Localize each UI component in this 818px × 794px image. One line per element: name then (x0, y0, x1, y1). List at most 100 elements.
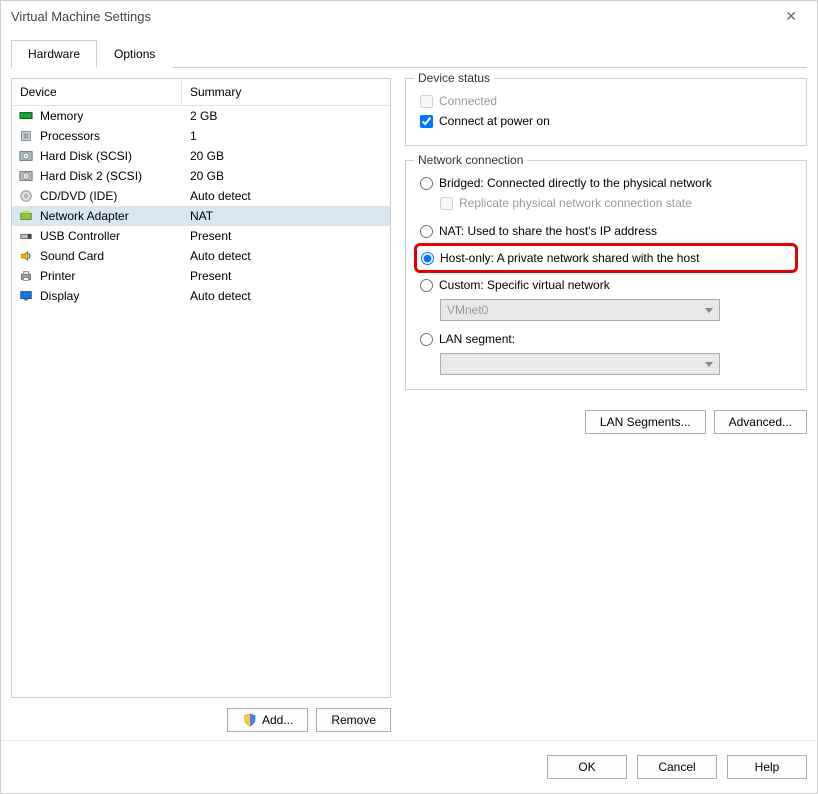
summary-cell: 20 GB (186, 169, 386, 183)
summary-cell: Auto detect (186, 289, 386, 303)
tab-options[interactable]: Options (97, 40, 172, 68)
lansegment-radio-row[interactable]: LAN segment: (420, 329, 792, 349)
custom-label: Custom: Specific virtual network (439, 278, 610, 292)
cd-icon (16, 188, 36, 204)
add-button[interactable]: Add... (227, 708, 308, 732)
nat-radio[interactable] (420, 225, 433, 238)
add-button-label: Add... (262, 713, 293, 727)
lansegment-label: LAN segment: (439, 332, 515, 346)
lan-segments-button[interactable]: LAN Segments... (585, 410, 706, 434)
ok-button[interactable]: OK (547, 755, 627, 779)
device-status-title: Device status (414, 71, 494, 85)
table-row[interactable]: DisplayAuto detect (12, 286, 390, 306)
tab-hardware[interactable]: Hardware (11, 40, 97, 68)
connect-poweron-label: Connect at power on (439, 114, 550, 128)
sound-icon (16, 248, 36, 264)
device-cell: Network Adapter (40, 209, 186, 223)
device-table: Device Summary Memory2 GBProcessors1Hard… (11, 78, 391, 698)
nat-label: NAT: Used to share the host's IP address (439, 224, 657, 238)
device-cell: Hard Disk (SCSI) (40, 149, 186, 163)
hostonly-radio[interactable] (421, 252, 434, 265)
table-row[interactable]: Memory2 GB (12, 106, 390, 126)
device-cell: Sound Card (40, 249, 186, 263)
summary-cell: Auto detect (186, 249, 386, 263)
nat-radio-row[interactable]: NAT: Used to share the host's IP address (420, 221, 792, 241)
lansegment-combo (440, 353, 720, 375)
bridged-radio-row[interactable]: Bridged: Connected directly to the physi… (420, 173, 792, 193)
connected-checkbox (420, 95, 433, 108)
main-panel: Device Summary Memory2 GBProcessors1Hard… (11, 68, 807, 732)
cpu-icon (16, 128, 36, 144)
custom-vmnet-combo: VMnet0 (440, 299, 720, 321)
device-table-header: Device Summary (12, 79, 390, 106)
col-summary[interactable]: Summary (182, 79, 390, 105)
help-button[interactable]: Help (727, 755, 807, 779)
titlebar: Virtual Machine Settings ✕ (1, 1, 817, 31)
hostonly-radio-row[interactable]: Host-only: A private network shared with… (421, 248, 791, 268)
vm-settings-window: Virtual Machine Settings ✕ Hardware Opti… (0, 0, 818, 794)
remove-button[interactable]: Remove (316, 708, 391, 732)
summary-cell: Present (186, 269, 386, 283)
bridged-label: Bridged: Connected directly to the physi… (439, 176, 712, 190)
table-row[interactable]: Processors1 (12, 126, 390, 146)
summary-cell: Present (186, 229, 386, 243)
net-icon (16, 208, 36, 224)
summary-cell: Auto detect (186, 189, 386, 203)
usb-icon (16, 228, 36, 244)
dialog-footer: OK Cancel Help (1, 740, 817, 793)
printer-icon (16, 268, 36, 284)
custom-vmnet-value: VMnet0 (447, 303, 488, 317)
summary-cell: 20 GB (186, 149, 386, 163)
shield-icon (242, 713, 258, 727)
device-cell: Printer (40, 269, 186, 283)
table-row[interactable]: Hard Disk 2 (SCSI)20 GB (12, 166, 390, 186)
table-row[interactable]: Hard Disk (SCSI)20 GB (12, 146, 390, 166)
advanced-button[interactable]: Advanced... (714, 410, 807, 434)
replicate-label: Replicate physical network connection st… (459, 196, 692, 210)
network-buttons: LAN Segments... Advanced... (405, 410, 807, 434)
connect-poweron-checkbox[interactable] (420, 115, 433, 128)
connected-checkbox-row: Connected (420, 91, 792, 111)
memory-icon (16, 108, 36, 124)
tab-bar: Hardware Options (11, 39, 807, 68)
disk-icon (16, 148, 36, 164)
hostonly-highlight: Host-only: A private network shared with… (414, 243, 798, 273)
custom-radio[interactable] (420, 279, 433, 292)
hostonly-label: Host-only: A private network shared with… (440, 251, 699, 265)
replicate-checkbox (440, 197, 453, 210)
device-cell: Display (40, 289, 186, 303)
network-connection-group: Network connection Bridged: Connected di… (405, 160, 807, 390)
custom-radio-row[interactable]: Custom: Specific virtual network (420, 275, 792, 295)
disk-icon (16, 168, 36, 184)
table-row[interactable]: USB ControllerPresent (12, 226, 390, 246)
lansegment-radio[interactable] (420, 333, 433, 346)
display-icon (16, 288, 36, 304)
device-buttons: Add... Remove (11, 708, 391, 732)
summary-cell: 2 GB (186, 109, 386, 123)
device-table-body: Memory2 GBProcessors1Hard Disk (SCSI)20 … (12, 106, 390, 306)
table-row[interactable]: Sound CardAuto detect (12, 246, 390, 266)
device-cell: CD/DVD (IDE) (40, 189, 186, 203)
col-device[interactable]: Device (12, 79, 182, 105)
close-icon[interactable]: ✕ (775, 4, 807, 29)
device-cell: Processors (40, 129, 186, 143)
replicate-checkbox-row: Replicate physical network connection st… (440, 193, 792, 213)
summary-cell: 1 (186, 129, 386, 143)
table-row[interactable]: Network AdapterNAT (12, 206, 390, 226)
device-cell: Memory (40, 109, 186, 123)
content-area: Hardware Options Device Summary Memory2 … (1, 31, 817, 740)
network-connection-title: Network connection (414, 153, 527, 167)
connect-poweron-row[interactable]: Connect at power on (420, 111, 792, 131)
window-title: Virtual Machine Settings (11, 9, 775, 24)
bridged-radio[interactable] (420, 177, 433, 190)
summary-cell: NAT (186, 209, 386, 223)
device-status-group: Device status Connected Connect at power… (405, 78, 807, 146)
device-cell: Hard Disk 2 (SCSI) (40, 169, 186, 183)
device-cell: USB Controller (40, 229, 186, 243)
connected-label: Connected (439, 94, 497, 108)
settings-pane: Device status Connected Connect at power… (405, 78, 807, 732)
cancel-button[interactable]: Cancel (637, 755, 717, 779)
table-row[interactable]: CD/DVD (IDE)Auto detect (12, 186, 390, 206)
table-row[interactable]: PrinterPresent (12, 266, 390, 286)
hardware-list-pane: Device Summary Memory2 GBProcessors1Hard… (11, 78, 391, 732)
